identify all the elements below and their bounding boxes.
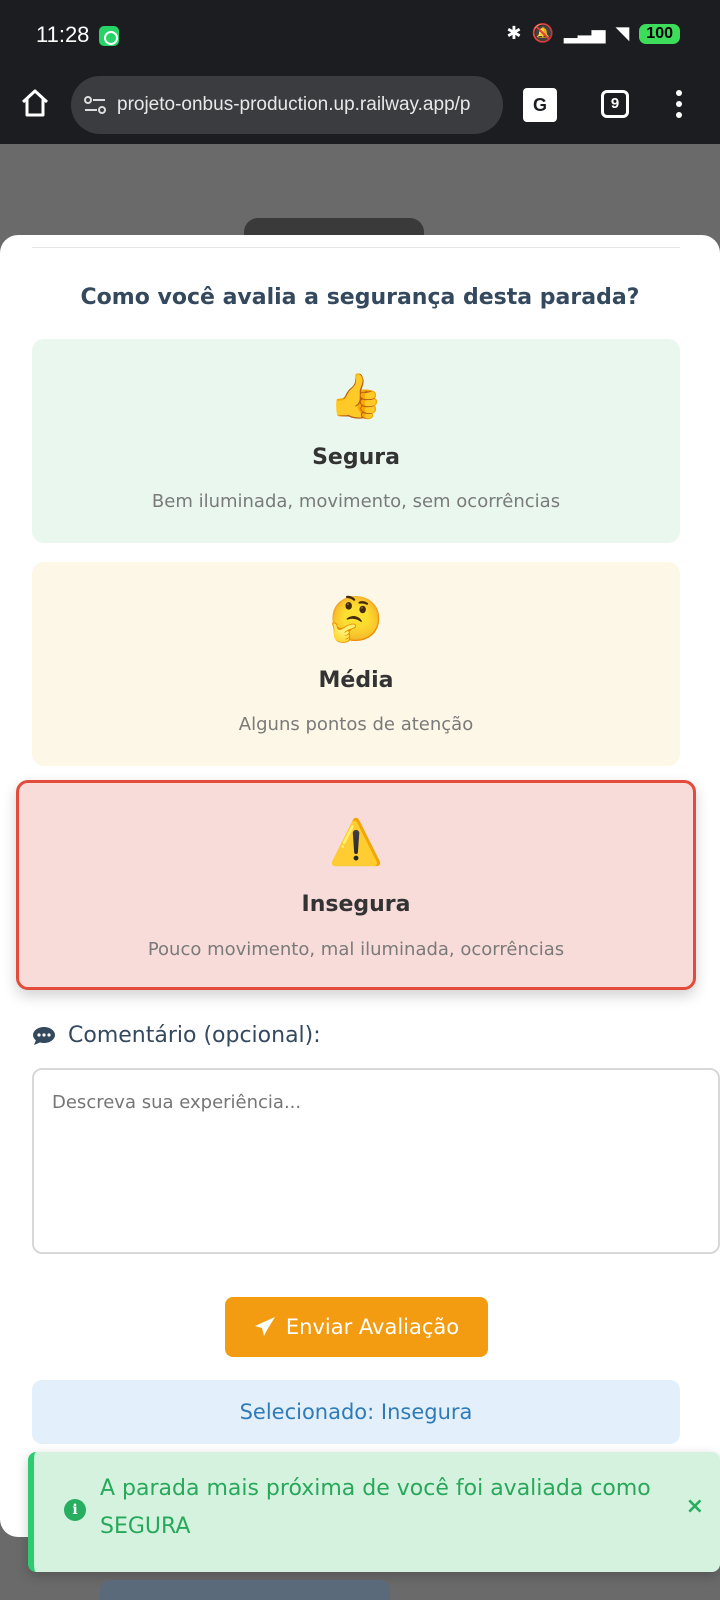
paper-plane-icon <box>254 1317 275 1336</box>
option-title: Segura <box>312 445 400 470</box>
comment-label-text: Comentário (opcional): <box>68 1023 321 1048</box>
comment-label: Comentário (opcional): <box>32 1023 321 1048</box>
option-title: Insegura <box>301 892 411 917</box>
submit-rating-button[interactable]: Enviar Avaliação <box>225 1297 488 1357</box>
close-icon[interactable]: × <box>686 1494 704 1519</box>
site-settings-icon[interactable] <box>83 96 107 114</box>
whatsapp-icon <box>99 26 119 46</box>
submit-label: Enviar Avaliação <box>285 1315 460 1339</box>
option-description: Pouco movimento, mal iluminada, ocorrênc… <box>147 939 565 960</box>
thumbs-up-icon: 👍 <box>328 371 384 422</box>
option-description: Alguns pontos de atenção <box>238 714 474 735</box>
option-unsafe[interactable]: ⚠️ Insegura Pouco movimento, mal ilumina… <box>16 780 696 990</box>
overflow-menu-icon[interactable] <box>675 90 683 120</box>
status-bar: 11:28 ✱ 🔕 ▂▃▅ ◥ 100 <box>0 0 720 70</box>
underlying-content-strip <box>100 1580 390 1600</box>
status-icons: ✱ 🔕 ▂▃▅ ◥ 100 <box>506 22 680 46</box>
option-title: Média <box>318 668 394 693</box>
thinking-face-icon: 🤔 <box>328 594 384 645</box>
signal-icon: ▂▃▅ <box>563 23 606 44</box>
home-icon[interactable] <box>20 88 50 118</box>
wifi-icon: ◥ <box>615 23 630 44</box>
mute-icon: 🔕 <box>531 23 554 44</box>
browser-toolbar: projeto-onbus-production.up.railway.app/… <box>0 70 720 144</box>
status-time: 11:28 <box>36 22 90 47</box>
battery-badge: 100 <box>639 24 680 44</box>
bluetooth-icon: ✱ <box>506 23 522 44</box>
comment-textarea[interactable] <box>32 1068 720 1254</box>
rating-modal: Como você avalia a segurança desta parad… <box>0 235 720 1537</box>
address-bar[interactable]: projeto-onbus-production.up.railway.app/… <box>71 76 503 134</box>
translate-icon[interactable]: G <box>523 88 557 122</box>
modal-question: Como você avalia a segurança desta parad… <box>80 285 640 310</box>
toast-notification: i A parada mais próxima de você foi aval… <box>28 1452 720 1572</box>
option-description: Bem iluminada, movimento, sem ocorrência… <box>151 491 561 512</box>
option-safe[interactable]: 👍 Segura Bem iluminada, movimento, sem o… <box>32 339 680 543</box>
comment-icon <box>33 1026 55 1045</box>
option-medium[interactable]: 🤔 Média Alguns pontos de atenção <box>32 562 680 766</box>
warning-icon: ⚠️ <box>328 817 384 868</box>
selected-status: Selecionado: Insegura <box>32 1380 680 1444</box>
info-icon: i <box>64 1499 86 1521</box>
tabs-button[interactable]: 9 <box>601 90 629 118</box>
modal-divider <box>32 247 680 248</box>
url-text[interactable]: projeto-onbus-production.up.railway.app/… <box>117 94 497 116</box>
toast-message: A parada mais próxima de você foi avalia… <box>100 1476 651 1539</box>
